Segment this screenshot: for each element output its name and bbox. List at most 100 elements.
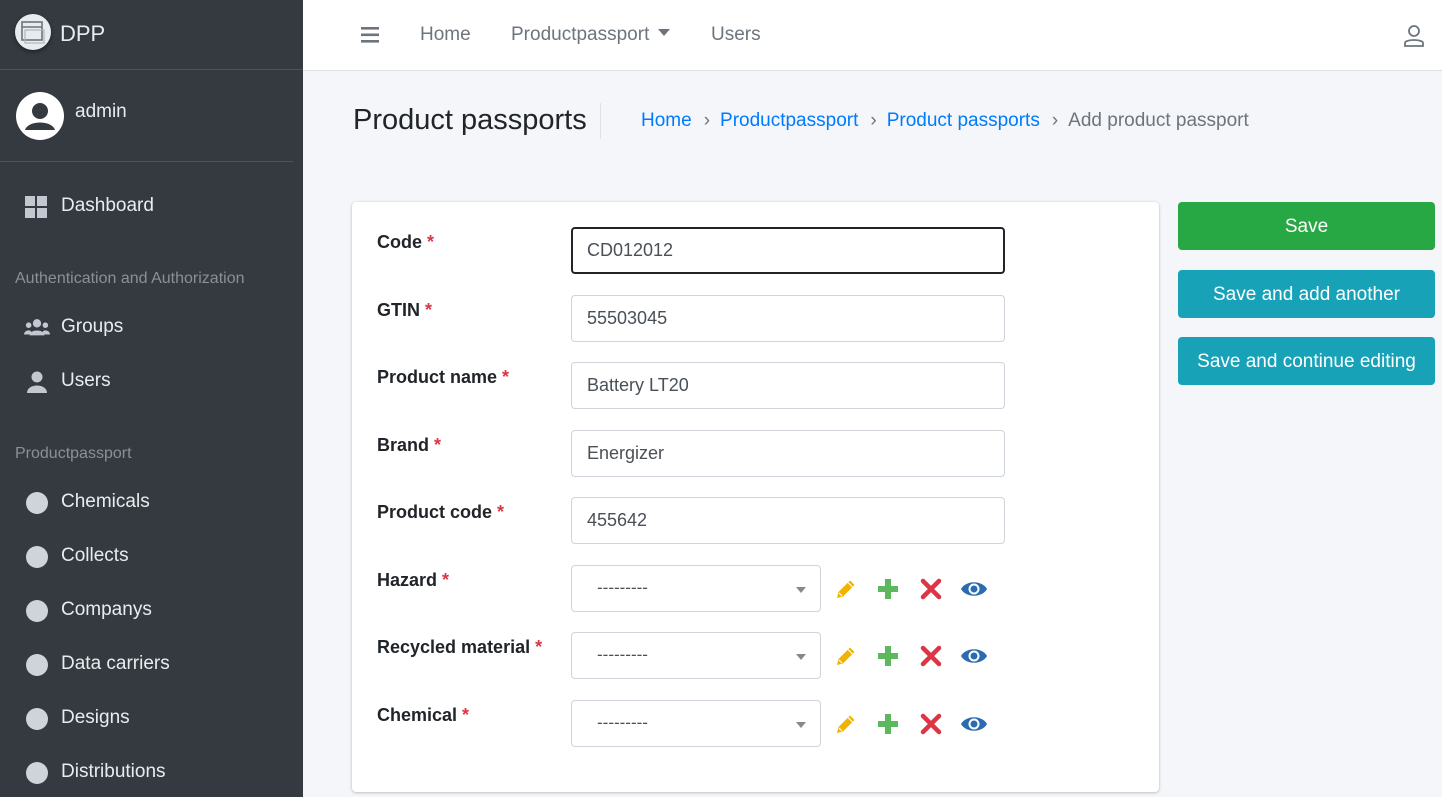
select-value: --------- [597,645,648,664]
code-input[interactable] [571,227,1005,274]
sidebar-item-label: Distributions [61,761,166,782]
users-icon [24,319,50,336]
x-icon[interactable] [918,576,944,602]
save-and-continue-editing-button[interactable]: Save and continue editing [1178,337,1435,385]
circle-icon [26,600,48,622]
plus-icon[interactable] [875,643,901,669]
sidebar-item-designs[interactable]: Designs [0,699,303,739]
brand-name: DPP [60,21,106,46]
nav-dropdown-productpassport[interactable]: Productpassport [511,24,671,46]
sidebar-item-collects[interactable]: Collects [0,537,303,577]
field-label-text: GTIN [377,300,420,320]
save-button[interactable]: Save [1178,202,1435,250]
sidebar-section-header: Authentication and Authorization [15,270,245,287]
sidebar-item-label: Designs [61,707,130,728]
pencil-icon[interactable] [833,576,859,602]
field-label-text: Chemical [377,705,458,725]
sidebar-item-chemicals[interactable]: Chemicals [0,483,303,523]
circle-icon [26,492,48,514]
eye-icon[interactable] [960,576,988,602]
sidebar-item-label: Groups [61,316,124,337]
hamburger-icon[interactable] [361,26,381,44]
code-label: Code * [377,232,434,253]
breadcrumb-separator: › [1051,110,1059,131]
sidebar-item-users[interactable]: Users [0,362,303,402]
chevron-down-icon [796,587,806,593]
hazard-label: Hazard * [377,570,449,591]
user-icon [27,371,47,393]
sidebar-item-dashboard[interactable]: Dashboard [0,187,303,227]
user-name: admin [75,101,127,122]
field-label-text: Code [377,232,422,252]
select-value: --------- [597,578,648,597]
required-mark: * [502,367,510,387]
title-divider [600,103,601,139]
pencil-icon[interactable] [833,711,859,737]
eye-icon[interactable] [960,643,988,669]
sidebar-item-distributions[interactable]: Distributions [0,753,303,793]
x-icon[interactable] [918,711,944,737]
circle-icon [26,654,48,676]
brand-label: Brand * [377,435,441,456]
sidebar-item-label: Collects [61,545,129,566]
field-label-text: Recycled material [377,637,531,657]
required-mark: * [535,637,543,657]
nav-link-home[interactable]: Home [420,24,471,46]
select-value: --------- [597,713,648,732]
top-navbar: Home Productpassport Users [303,0,1442,71]
chemical-label: Chemical * [377,705,469,726]
plus-icon[interactable] [875,711,901,737]
eye-icon[interactable] [960,711,988,737]
field-label-text: Hazard [377,570,438,590]
user-avatar-icon [16,92,64,140]
chemical-select[interactable]: --------- [571,700,821,747]
product-code-input[interactable] [571,497,1005,544]
user-outline-icon[interactable] [1403,24,1425,48]
sidebar-item-label: Companys [61,599,152,620]
field-label-text: Product name [377,367,498,387]
hazard-select[interactable]: --------- [571,565,821,612]
recycled-material-select[interactable]: --------- [571,632,821,679]
sidebar-item-data-carriers[interactable]: Data carriers [0,645,303,685]
circle-icon [26,762,48,784]
nav-link-users[interactable]: Users [711,24,761,46]
sidebar-item-label: Users [61,370,111,391]
sidebar-item-companys[interactable]: Companys [0,591,303,631]
nav-dropdown-label: Productpassport [511,24,650,45]
circle-icon [26,708,48,730]
sidebar-section-header: Productpassport [15,445,132,462]
product-name-label: Product name * [377,367,509,388]
product-code-label: Product code * [377,502,504,523]
brand-logo-icon [15,14,51,50]
required-mark: * [497,502,505,522]
breadcrumb: Home › Productpassport › Product passports › A… [641,110,1249,132]
required-mark: * [442,570,450,590]
brand-link[interactable]: DPP [0,0,303,70]
brand-input[interactable] [571,430,1005,477]
user-panel[interactable]: admin [0,70,293,162]
chevron-down-icon [796,722,806,728]
grid-icon [25,196,47,218]
breadcrumb-productpassport[interactable]: Productpassport [720,110,858,131]
product-name-input[interactable] [571,362,1005,409]
breadcrumb-home[interactable]: Home [641,110,692,131]
save-and-add-another-button[interactable]: Save and add another [1178,270,1435,318]
sidebar-item-groups[interactable]: Groups [0,308,303,348]
main-sidebar: DPP admin Dashboard Authentication and A… [0,0,303,797]
field-label-text: Brand [377,435,430,455]
chevron-down-icon [796,654,806,660]
plus-icon[interactable] [875,576,901,602]
required-mark: * [434,435,442,455]
page-title: Product passports [353,104,587,136]
breadcrumb-separator: › [703,110,711,131]
sidebar-item-label: Data carriers [61,653,170,674]
gtin-input[interactable] [571,295,1005,342]
breadcrumb-current: Add product passport [1068,110,1249,131]
circle-icon [26,546,48,568]
x-icon[interactable] [918,643,944,669]
pencil-icon[interactable] [833,643,859,669]
breadcrumb-product-passports[interactable]: Product passports [887,110,1040,131]
sidebar-item-label: Chemicals [61,491,150,512]
recycled-material-label: Recycled material * [377,637,542,658]
required-mark: * [462,705,470,725]
